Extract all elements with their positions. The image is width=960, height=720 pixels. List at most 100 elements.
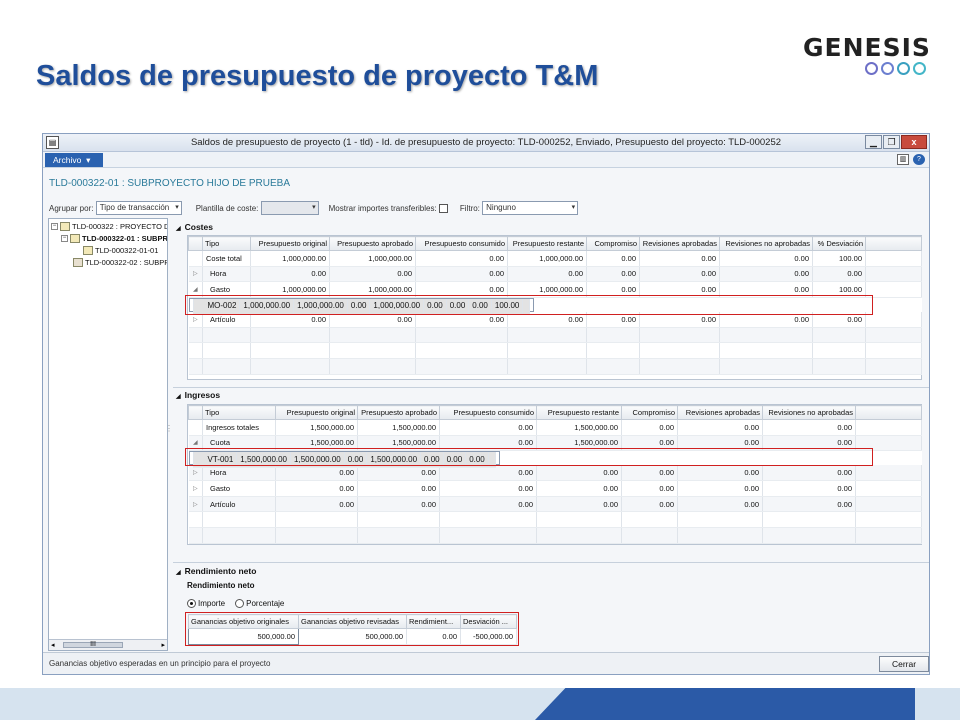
table-row[interactable]: Coste total 1,000,000.00 1,000,000.00 0.00 1… bbox=[188, 250, 922, 267]
col-header[interactable]: Rendimient... bbox=[406, 614, 461, 629]
filter-select[interactable]: Ninguno ▾ bbox=[482, 201, 579, 215]
show-transferable-label: Mostrar importes transferibles: bbox=[328, 203, 437, 213]
layout-icon[interactable]: ▥ bbox=[897, 154, 909, 165]
col-header[interactable]: Tipo bbox=[202, 405, 276, 420]
table-row[interactable]: MO-002 1,000,000.00 1,000,000.00 0.00 1,000,… bbox=[188, 297, 535, 315]
value-cell: 0.00 bbox=[639, 281, 720, 298]
value-cell: 0.00 bbox=[250, 266, 330, 283]
value-cell: 0.00 bbox=[329, 266, 416, 283]
table-row[interactable]: Ingresos totales 1,500,000.00 1,500,000.00… bbox=[188, 419, 922, 436]
col-header[interactable]: Ganancias objetivo originales bbox=[188, 614, 299, 629]
costes-section-header[interactable]: ◢ Costes bbox=[176, 222, 213, 232]
empty-cell bbox=[536, 527, 622, 544]
restore-button[interactable]: ❐ bbox=[883, 135, 900, 149]
empty-cell bbox=[719, 342, 813, 360]
group-by-label: Agrupar por: bbox=[49, 203, 94, 213]
col-header[interactable]: Presupuesto aprobado bbox=[329, 236, 416, 251]
radio-importe[interactable]: Importe bbox=[187, 599, 225, 609]
col-header[interactable]: Revisiones no aprobadas bbox=[762, 405, 856, 420]
table-row[interactable]: ▷ Artículo 0.00 0.00 0.00 0.00 0.00 0.00 0.00 bbox=[188, 496, 922, 513]
col-header[interactable]: Revisiones no aprobadas bbox=[719, 236, 813, 251]
value-cell: 0.00 bbox=[762, 465, 856, 482]
tree-horizontal-scrollbar[interactable]: ◂ III ▸ bbox=[49, 639, 167, 650]
value-cell: 0.00 bbox=[621, 435, 678, 452]
performance-cell[interactable]: 0.00 bbox=[406, 628, 461, 645]
collapse-icon[interactable]: − bbox=[61, 235, 68, 242]
scroll-right-icon[interactable]: ▸ bbox=[161, 641, 165, 649]
deviation-cell[interactable]: -500,000.00 bbox=[460, 628, 517, 645]
col-header[interactable]: Presupuesto consumido bbox=[415, 236, 508, 251]
radio-porcentaje[interactable]: Porcentaje bbox=[235, 599, 284, 609]
table-row[interactable]: ◢ Gasto 1,000,000.00 1,000,000.00 0.00 1,000,… bbox=[188, 281, 922, 298]
expand-icon[interactable]: ▷ bbox=[188, 266, 203, 283]
expand-icon[interactable]: ◢ bbox=[188, 281, 203, 298]
empty-cell bbox=[812, 358, 866, 375]
expand-icon[interactable]: ▷ bbox=[188, 480, 203, 497]
value-cell: 1,000,000.00 bbox=[250, 250, 330, 267]
group-by-select[interactable]: Tipo de transacción ▾ bbox=[95, 201, 182, 215]
tree-node[interactable]: TLD-000322-02 : SUBPR bbox=[73, 258, 167, 267]
tree-node[interactable]: − TLD-000322 : PROYECTO D bbox=[51, 222, 167, 231]
col-header[interactable]: % Desviación bbox=[812, 236, 866, 251]
value-cell: 0.00 bbox=[275, 496, 358, 513]
expand-icon[interactable]: ◢ bbox=[188, 435, 203, 452]
expand-icon[interactable] bbox=[188, 250, 203, 267]
chevron-down-icon: ▾ bbox=[571, 204, 576, 211]
close-button[interactable]: Cerrar bbox=[879, 656, 929, 672]
col-header[interactable]: Revisiones aprobadas bbox=[639, 236, 720, 251]
filler-cell bbox=[855, 465, 922, 482]
empty-cell bbox=[677, 527, 763, 544]
col-header[interactable]: Presupuesto restante bbox=[536, 405, 622, 420]
filler-cell bbox=[865, 311, 922, 328]
cost-template-select[interactable]: ▾ bbox=[260, 201, 319, 215]
col-header[interactable]: Compromiso bbox=[621, 405, 678, 420]
original-target-cell[interactable]: 500,000.00 bbox=[188, 628, 299, 645]
value-cell: 0.00 bbox=[507, 266, 587, 283]
scroll-left-icon[interactable]: ◂ bbox=[51, 641, 55, 649]
col-header[interactable]: Presupuesto original bbox=[275, 405, 358, 420]
tree-node[interactable]: − TLD-000322-01 : SUBPR bbox=[61, 234, 167, 243]
table-row[interactable]: ▷ Hora 0.00 0.00 0.00 0.00 0.00 0.00 0.00 0.00 bbox=[188, 266, 922, 283]
archivo-menu-button[interactable]: Archivo ▾ bbox=[45, 153, 103, 167]
close-window-button[interactable]: x bbox=[901, 135, 927, 149]
empty-cell bbox=[188, 358, 203, 375]
table-row[interactable]: ◢ Cuota 1,500,000.00 1,500,000.00 0.00 1,500,… bbox=[188, 435, 922, 452]
expander-col-header bbox=[188, 405, 203, 420]
col-header[interactable]: Revisiones aprobadas bbox=[677, 405, 763, 420]
table-row[interactable]: ▷ Gasto 0.00 0.00 0.00 0.00 0.00 0.00 0.00 bbox=[188, 480, 922, 497]
pane-splitter[interactable]: ⋮ bbox=[165, 424, 173, 433]
help-icon[interactable]: ? bbox=[913, 154, 925, 165]
expand-icon[interactable] bbox=[188, 419, 203, 436]
genesis-logo: GENESIS bbox=[803, 35, 933, 80]
empty-row bbox=[188, 527, 922, 544]
col-header[interactable]: Presupuesto consumido bbox=[439, 405, 537, 420]
display-mode-radios: Importe Porcentaje bbox=[187, 599, 284, 609]
costes-heading: Costes bbox=[184, 222, 213, 232]
value-cell: 0.00 bbox=[423, 298, 447, 315]
collapse-icon[interactable]: − bbox=[51, 223, 58, 230]
col-header[interactable]: Presupuesto restante bbox=[507, 236, 587, 251]
col-header[interactable]: Tipo bbox=[202, 236, 251, 251]
radio-importe-button[interactable] bbox=[187, 599, 196, 609]
value-cell: 0.00 bbox=[621, 465, 678, 482]
radio-porcentaje-button[interactable] bbox=[235, 599, 245, 609]
minimize-button[interactable]: ▁ bbox=[865, 135, 882, 149]
show-transferable-checkbox[interactable] bbox=[438, 203, 448, 213]
col-header[interactable]: Presupuesto aprobado bbox=[357, 405, 440, 420]
filler-cell bbox=[488, 452, 496, 469]
empty-cell bbox=[250, 342, 330, 360]
col-header[interactable]: Ganancias objetivo revisadas bbox=[298, 614, 407, 629]
empty-cell bbox=[188, 527, 203, 544]
table-row[interactable]: VT-001 1,500,000.00 1,500,000.00 0.00 1,500,… bbox=[188, 451, 500, 469]
scroll-thumb[interactable]: III bbox=[63, 641, 123, 648]
value-cell: 0.00 bbox=[677, 419, 763, 436]
revised-target-cell[interactable]: 500,000.00 bbox=[298, 628, 407, 645]
value-cell: 0.00 bbox=[677, 480, 763, 497]
col-header[interactable]: Compromiso bbox=[586, 236, 640, 251]
col-header[interactable]: Desviación ... bbox=[460, 614, 517, 629]
col-header[interactable]: Presupuesto original bbox=[250, 236, 330, 251]
tree-node[interactable]: TLD-000322-01-01 bbox=[83, 246, 158, 255]
expand-icon[interactable]: ▷ bbox=[188, 496, 203, 513]
rendimiento-section-header[interactable]: ◢ Rendimiento neto bbox=[176, 566, 256, 576]
ingresos-section-header[interactable]: ◢ Ingresos bbox=[176, 390, 220, 400]
